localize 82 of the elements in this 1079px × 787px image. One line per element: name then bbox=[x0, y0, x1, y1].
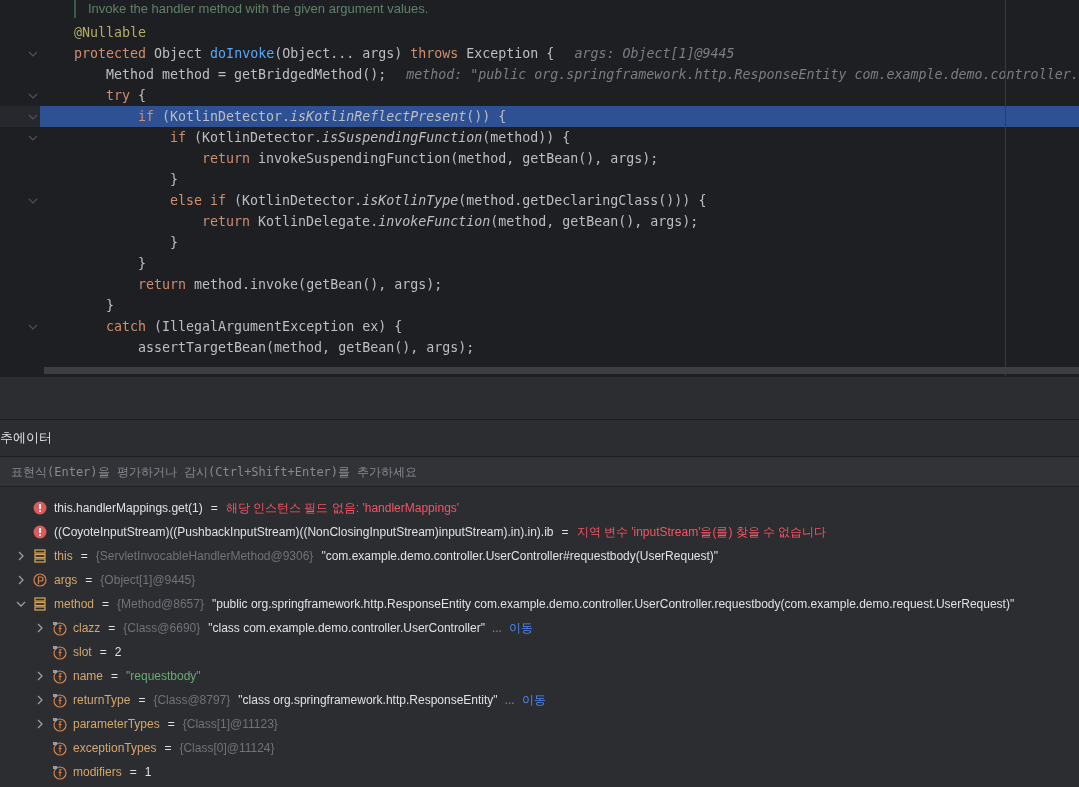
variable-value: "class com.example.demo.controller.UserController" bbox=[208, 621, 485, 635]
variable-value: "public org.springframework.http.ResponseEntity com.example.demo.controller.UserController.requestbody(com.example.demo.request.UserRequest)" bbox=[211, 597, 1015, 611]
equals-sign: = bbox=[129, 765, 137, 779]
variable-name: slot bbox=[73, 645, 92, 659]
ellipsis: ... bbox=[504, 693, 515, 707]
stack-icon bbox=[34, 597, 46, 611]
variable-name: args bbox=[54, 573, 78, 587]
variable-type: {Method@8657} bbox=[117, 597, 204, 611]
variable-type: {Class[0]@11124} bbox=[179, 741, 275, 755]
code-line: return method.invoke(getBean(), args); bbox=[0, 274, 1079, 295]
chevron-right-icon[interactable] bbox=[16, 575, 26, 585]
panel-title: 추에이터 bbox=[0, 429, 53, 447]
field-icon bbox=[51, 740, 67, 756]
equals-sign: = bbox=[138, 693, 146, 707]
code-line: @Nullable bbox=[0, 22, 1079, 43]
field-icon bbox=[51, 668, 67, 684]
field-icon bbox=[51, 764, 67, 780]
code-line: } bbox=[0, 253, 1079, 274]
chevron-down-icon[interactable] bbox=[16, 599, 26, 609]
equals-sign: = bbox=[164, 741, 172, 755]
evaluate-field[interactable]: 표현식(Enter)을 평가하거나 감시(Ctrl+Shift+Enter)를 추가하세요 bbox=[0, 456, 1079, 487]
ellipsis: ... bbox=[491, 621, 502, 635]
variable-type: {Class[1]@11123} bbox=[182, 717, 278, 731]
horizontal-scrollbar[interactable] bbox=[44, 367, 1079, 374]
variable-type: {Object[1]@9445} bbox=[100, 573, 196, 587]
field-icon bbox=[51, 692, 67, 708]
variable-value: "class org.springframework.http.ResponseEntity" bbox=[238, 693, 498, 707]
equals-sign: = bbox=[108, 621, 116, 635]
code-line: catch (IllegalArgumentException ex) { bbox=[0, 316, 1079, 337]
variable-name: modifiers bbox=[73, 765, 122, 779]
field-icon bbox=[51, 644, 67, 660]
variable-name: name bbox=[73, 669, 104, 683]
variable-type: {Class@6690} bbox=[123, 621, 201, 635]
navigate-link[interactable]: 이동 bbox=[521, 691, 546, 709]
error-icon bbox=[33, 501, 47, 515]
code-line: protected Object doInvoke(Object... args) throws Exception { args: Object[1]@9445 bbox=[0, 43, 1079, 64]
chevron-right-icon[interactable] bbox=[16, 551, 26, 561]
variable-value: "com.example.demo.controller.UserController#requestbody(UserRequest)" bbox=[321, 549, 719, 563]
code-line: assertTargetBean(method, getBean(), args); bbox=[0, 337, 1079, 358]
equals-sign: = bbox=[85, 573, 93, 587]
variable-name: clazz bbox=[73, 621, 101, 635]
code-line: return invokeSuspendingFunction(method, getBean(), args); bbox=[0, 148, 1079, 169]
equals-sign: = bbox=[80, 549, 88, 563]
code-line: Method method = getBridgedMethod(); method: "public org.springframework.http.ResponseEntity com.example.demo.controller. bbox=[0, 64, 1079, 85]
chevron-right-icon[interactable] bbox=[35, 719, 45, 729]
doc-comment: Invoke the handler method with the given argument values. bbox=[74, 0, 429, 18]
parameter-icon bbox=[33, 573, 47, 587]
equals-sign: = bbox=[99, 645, 107, 659]
equals-sign: = bbox=[111, 669, 119, 683]
variable-name: this bbox=[54, 549, 73, 563]
chevron-right-icon[interactable] bbox=[35, 695, 45, 705]
equals-sign: = bbox=[210, 501, 218, 515]
variable-name: method bbox=[54, 597, 95, 611]
code-line: else if (KotlinDetector.isKotlinType(method.getDeclaringClass())) { bbox=[0, 190, 1079, 211]
variable-name: this.handlerMappings.get(1) bbox=[54, 501, 203, 515]
equals-sign: = bbox=[102, 597, 110, 611]
variable-value: 2 bbox=[114, 645, 122, 659]
variable-value: 1 bbox=[144, 765, 152, 779]
variable-name: parameterTypes bbox=[73, 717, 160, 731]
error-icon bbox=[33, 525, 47, 539]
error-message: 지역 변수 'inputStream'을(를) 찾을 수 없습니다 bbox=[576, 523, 827, 541]
navigate-link[interactable]: 이동 bbox=[508, 619, 533, 637]
variable-type: {ServletInvocableHandlerMethod@9306} bbox=[95, 549, 314, 563]
variable-name: ((CoyoteInputStream)((PushbackInputStream)((NonClosingInputStream)inputStream).in).in).ib bbox=[54, 525, 554, 539]
field-icon bbox=[51, 716, 67, 732]
variable-value: "requestbody" bbox=[126, 669, 201, 683]
equals-sign: = bbox=[561, 525, 569, 539]
stack-icon bbox=[34, 549, 46, 563]
variable-name: exceptionTypes bbox=[73, 741, 157, 755]
field-icon bbox=[51, 620, 67, 636]
code-line: } bbox=[0, 232, 1079, 253]
chevron-right-icon[interactable] bbox=[35, 671, 45, 681]
variable-type: {Class@8797} bbox=[153, 693, 231, 707]
code-line: return KotlinDelegate.invokeFunction(method, getBean(), args); bbox=[0, 211, 1079, 232]
chevron-right-icon[interactable] bbox=[35, 623, 45, 633]
code-line: } bbox=[0, 169, 1079, 190]
code-line: try { bbox=[0, 85, 1079, 106]
error-message: 해당 인스턴스 필드 없음: 'handlerMappings' bbox=[225, 499, 460, 517]
variable-name: returnType bbox=[73, 693, 131, 707]
equals-sign: = bbox=[167, 717, 175, 731]
code-line: if (KotlinDetector.isSuspendingFunction(method)) { bbox=[0, 127, 1079, 148]
code-line: } bbox=[0, 295, 1079, 316]
